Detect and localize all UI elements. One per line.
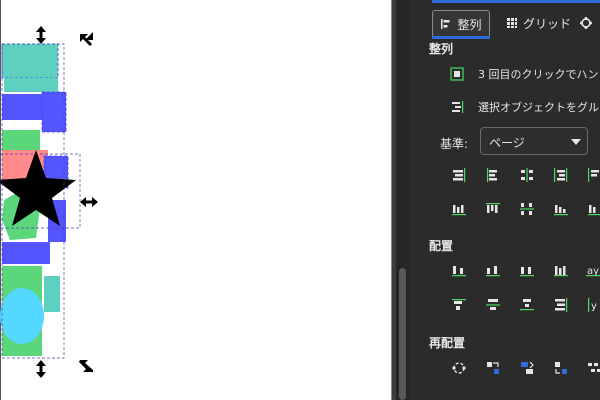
tab-grid[interactable]: グリッド [506,10,571,36]
align-right-icon[interactable] [552,166,570,184]
shape-blue-rect-2 [41,91,67,133]
resize-handle-top[interactable] [36,26,46,44]
tab-snap[interactable] [580,10,597,36]
canvas-drawing[interactable] [0,0,391,400]
tab-align-label: 整列 [457,17,482,32]
distribute-bottom-icon[interactable] [518,296,536,314]
shape-blue-rect [2,94,44,120]
resize-handle-bottom-right[interactable] [79,360,93,372]
svg-text:y: y [591,301,597,312]
exchange-stacking-order-icon[interactable] [518,359,536,377]
distribute-center-icon[interactable] [484,262,502,280]
align-section-title: 整列 [429,42,454,56]
align-distribute-panel: 整列 グリッド 整列 3 回目のクリックでハンドル 選択オブジェクトをグルーブ … [410,0,600,400]
center-vertical-axis-icon[interactable] [518,166,536,184]
align-bottom-edge-icon[interactable] [450,200,468,218]
align-top-icon[interactable] [586,200,600,218]
option-move-group-label: 選択オブジェクトをグルーブ [478,101,600,114]
shape-blue-rect-5 [2,242,50,264]
resize-handle-right[interactable] [80,197,98,207]
move-group-icon [452,101,464,113]
distribute-top-icon[interactable] [450,296,468,314]
distribute-middle-icon[interactable] [484,296,502,314]
align-icon [441,19,450,29]
exchange-clockwise-icon[interactable] [552,359,570,377]
option-third-click-label: 3 回目のクリックでハンドル [478,68,600,81]
distribute-right-icon[interactable] [518,262,536,280]
align-bottom-icon[interactable] [552,200,570,218]
align-left-of-anchor-icon[interactable] [586,166,600,184]
resize-handle-bottom[interactable] [36,360,46,378]
tab-grid-label: グリッド [523,16,572,31]
distribute-gaps-icon[interactable] [552,262,570,280]
relative-to-label: 基準: [440,137,469,151]
shape-cyan-ellipse [0,288,44,344]
relative-to-select[interactable]: ページ [480,127,588,155]
snap-icon [580,17,592,29]
shape-teal-rect-2 [4,78,58,92]
shape-green-rect [2,130,40,150]
resize-handle-top-right[interactable] [80,32,93,46]
exchange-selection-order-icon[interactable] [484,359,502,377]
tab-active-underline [432,36,490,39]
shape-teal-rect-3 [44,276,60,312]
distribute-left-icon[interactable] [450,262,468,280]
tab-align[interactable]: 整列 [432,10,490,38]
option-move-group[interactable]: 選択オブジェクトをグルーブ [450,97,600,117]
chevron-down-icon [571,139,581,145]
drawing-canvas[interactable] [0,0,392,400]
randomize-positions-icon[interactable] [586,359,600,377]
distribute-baseline-icon[interactable]: ay [586,262,600,280]
center-horizontal-axis-icon[interactable] [518,200,536,218]
distribute-text-baseline-icon[interactable]: y [586,296,600,314]
distribute-vertical-gaps-icon[interactable] [552,296,570,314]
canvas-scrollbar[interactable] [396,0,410,400]
rearrange-section-title: 再配置 [429,336,466,350]
scrollbar-thumb[interactable] [399,268,406,400]
distribute-section-title: 配置 [429,239,454,253]
exchange-positions-icon[interactable] [450,359,468,377]
align-top-edge-icon[interactable] [484,200,502,218]
tab-strip-accent [432,0,600,3]
option-third-click[interactable]: 3 回目のクリックでハンドル [450,64,600,84]
shape-teal-rect [1,43,59,79]
align-left-edge-icon[interactable] [484,166,502,184]
grid-icon [507,18,517,28]
relative-to-value: ページ [489,136,525,150]
align-right-edge-icon[interactable] [450,166,468,184]
select-box-icon [450,67,464,81]
